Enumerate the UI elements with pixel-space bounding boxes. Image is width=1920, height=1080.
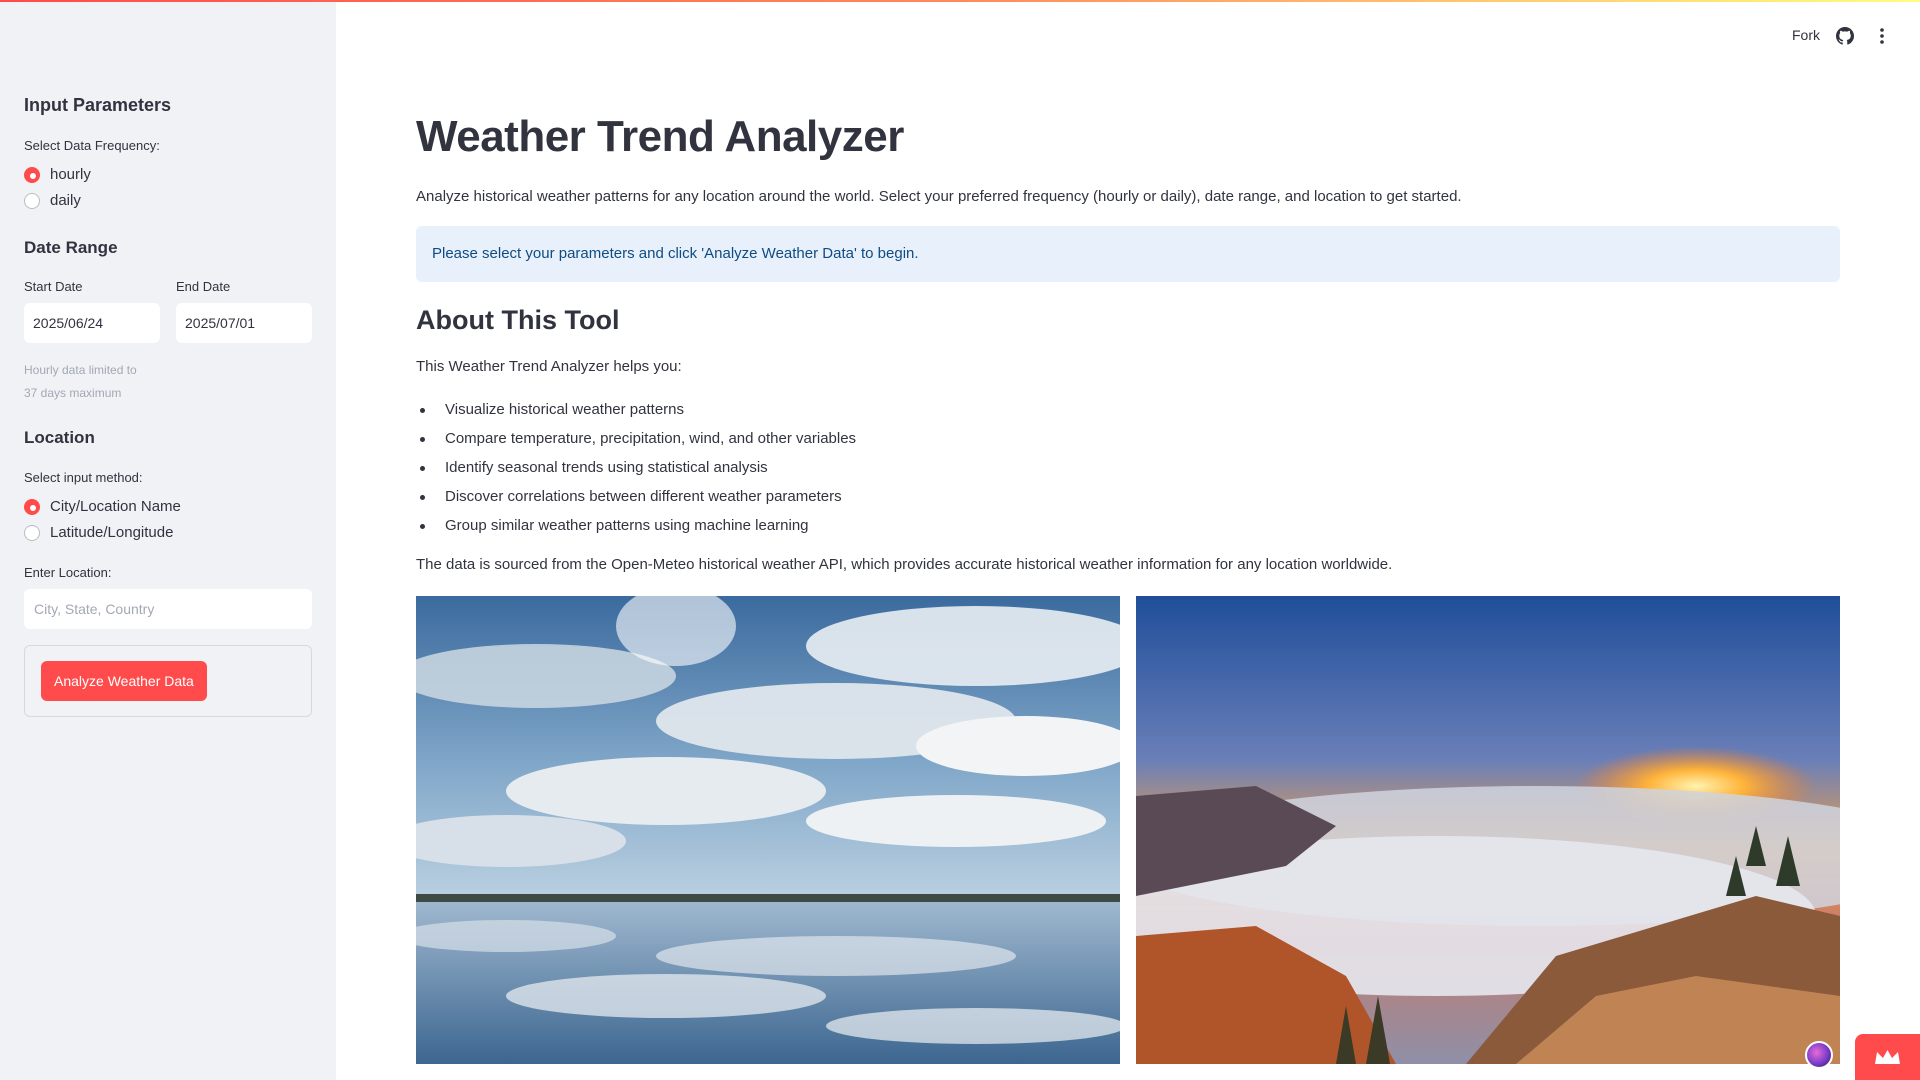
- radio-daily[interactable]: daily: [24, 192, 81, 209]
- start-date-label: Start Date: [24, 279, 83, 294]
- fork-link[interactable]: Fork: [1792, 27, 1820, 43]
- page-title: Weather Trend Analyzer: [416, 112, 904, 161]
- location-input[interactable]: City, State, Country: [24, 589, 312, 629]
- radio-daily-label: daily: [50, 192, 81, 209]
- crown-icon: [1875, 1050, 1900, 1064]
- enter-location-label: Enter Location:: [24, 565, 112, 580]
- radio-city-location-label: City/Location Name: [50, 498, 181, 515]
- radio-lat-lon-label: Latitude/Longitude: [50, 524, 174, 541]
- location-heading: Location: [24, 428, 95, 447]
- about-heading: About This Tool: [416, 305, 620, 335]
- user-avatar[interactable]: [1805, 1041, 1833, 1069]
- hint-line-2: 37 days maximum: [24, 386, 122, 400]
- frequency-label: Select Data Frequency:: [24, 138, 160, 153]
- sunset-fog-image: [1136, 596, 1840, 1064]
- radio-city-location[interactable]: City/Location Name: [24, 498, 181, 515]
- github-icon[interactable]: [1836, 27, 1854, 45]
- top-decoration-stripe: [0, 0, 1920, 2]
- date-range-heading: Date Range: [24, 238, 118, 257]
- end-date-input[interactable]: 2025/07/01: [176, 303, 312, 343]
- analyze-weather-button[interactable]: Analyze Weather Data: [41, 661, 207, 701]
- radio-unselected-icon: [24, 524, 40, 541]
- start-date-input[interactable]: 2025/06/24: [24, 303, 160, 343]
- input-method-label: Select input method:: [24, 470, 143, 485]
- list-item: Compare temperature, precipitation, wind…: [416, 428, 1416, 457]
- sidebar: Input Parameters Select Data Frequency: …: [0, 0, 336, 1080]
- info-message: Please select your parameters and click …: [416, 226, 1840, 282]
- app-badge[interactable]: [1855, 1034, 1920, 1080]
- end-date-label: End Date: [176, 279, 231, 294]
- clouds-reflection-image: [416, 596, 1120, 1064]
- data-source-text: The data is sourced from the Open-Meteo …: [416, 556, 1393, 573]
- input-parameters-heading: Input Parameters: [24, 95, 172, 115]
- radio-lat-lon[interactable]: Latitude/Longitude: [24, 524, 173, 541]
- about-lead: This Weather Trend Analyzer helps you:: [416, 358, 682, 375]
- hint-line-1: Hourly data limited to: [24, 363, 137, 377]
- radio-selected-icon: [24, 498, 40, 515]
- list-item: Discover correlations between different …: [416, 486, 1416, 515]
- radio-unselected-icon: [24, 192, 40, 209]
- about-bullet-list: Visualize historical weather patterns Co…: [416, 399, 1416, 544]
- list-item: Group similar weather patterns using mac…: [416, 515, 1416, 544]
- list-item: Visualize historical weather patterns: [416, 399, 1416, 428]
- list-item: Identify seasonal trends using statistic…: [416, 457, 1416, 486]
- radio-hourly-label: hourly: [50, 166, 91, 183]
- intro-text: Analyze historical weather patterns for …: [416, 188, 1462, 205]
- analyze-form: Analyze Weather Data: [24, 645, 312, 717]
- more-menu-icon[interactable]: [1876, 27, 1888, 45]
- radio-selected-icon: [24, 166, 40, 183]
- radio-hourly[interactable]: hourly: [24, 166, 91, 183]
